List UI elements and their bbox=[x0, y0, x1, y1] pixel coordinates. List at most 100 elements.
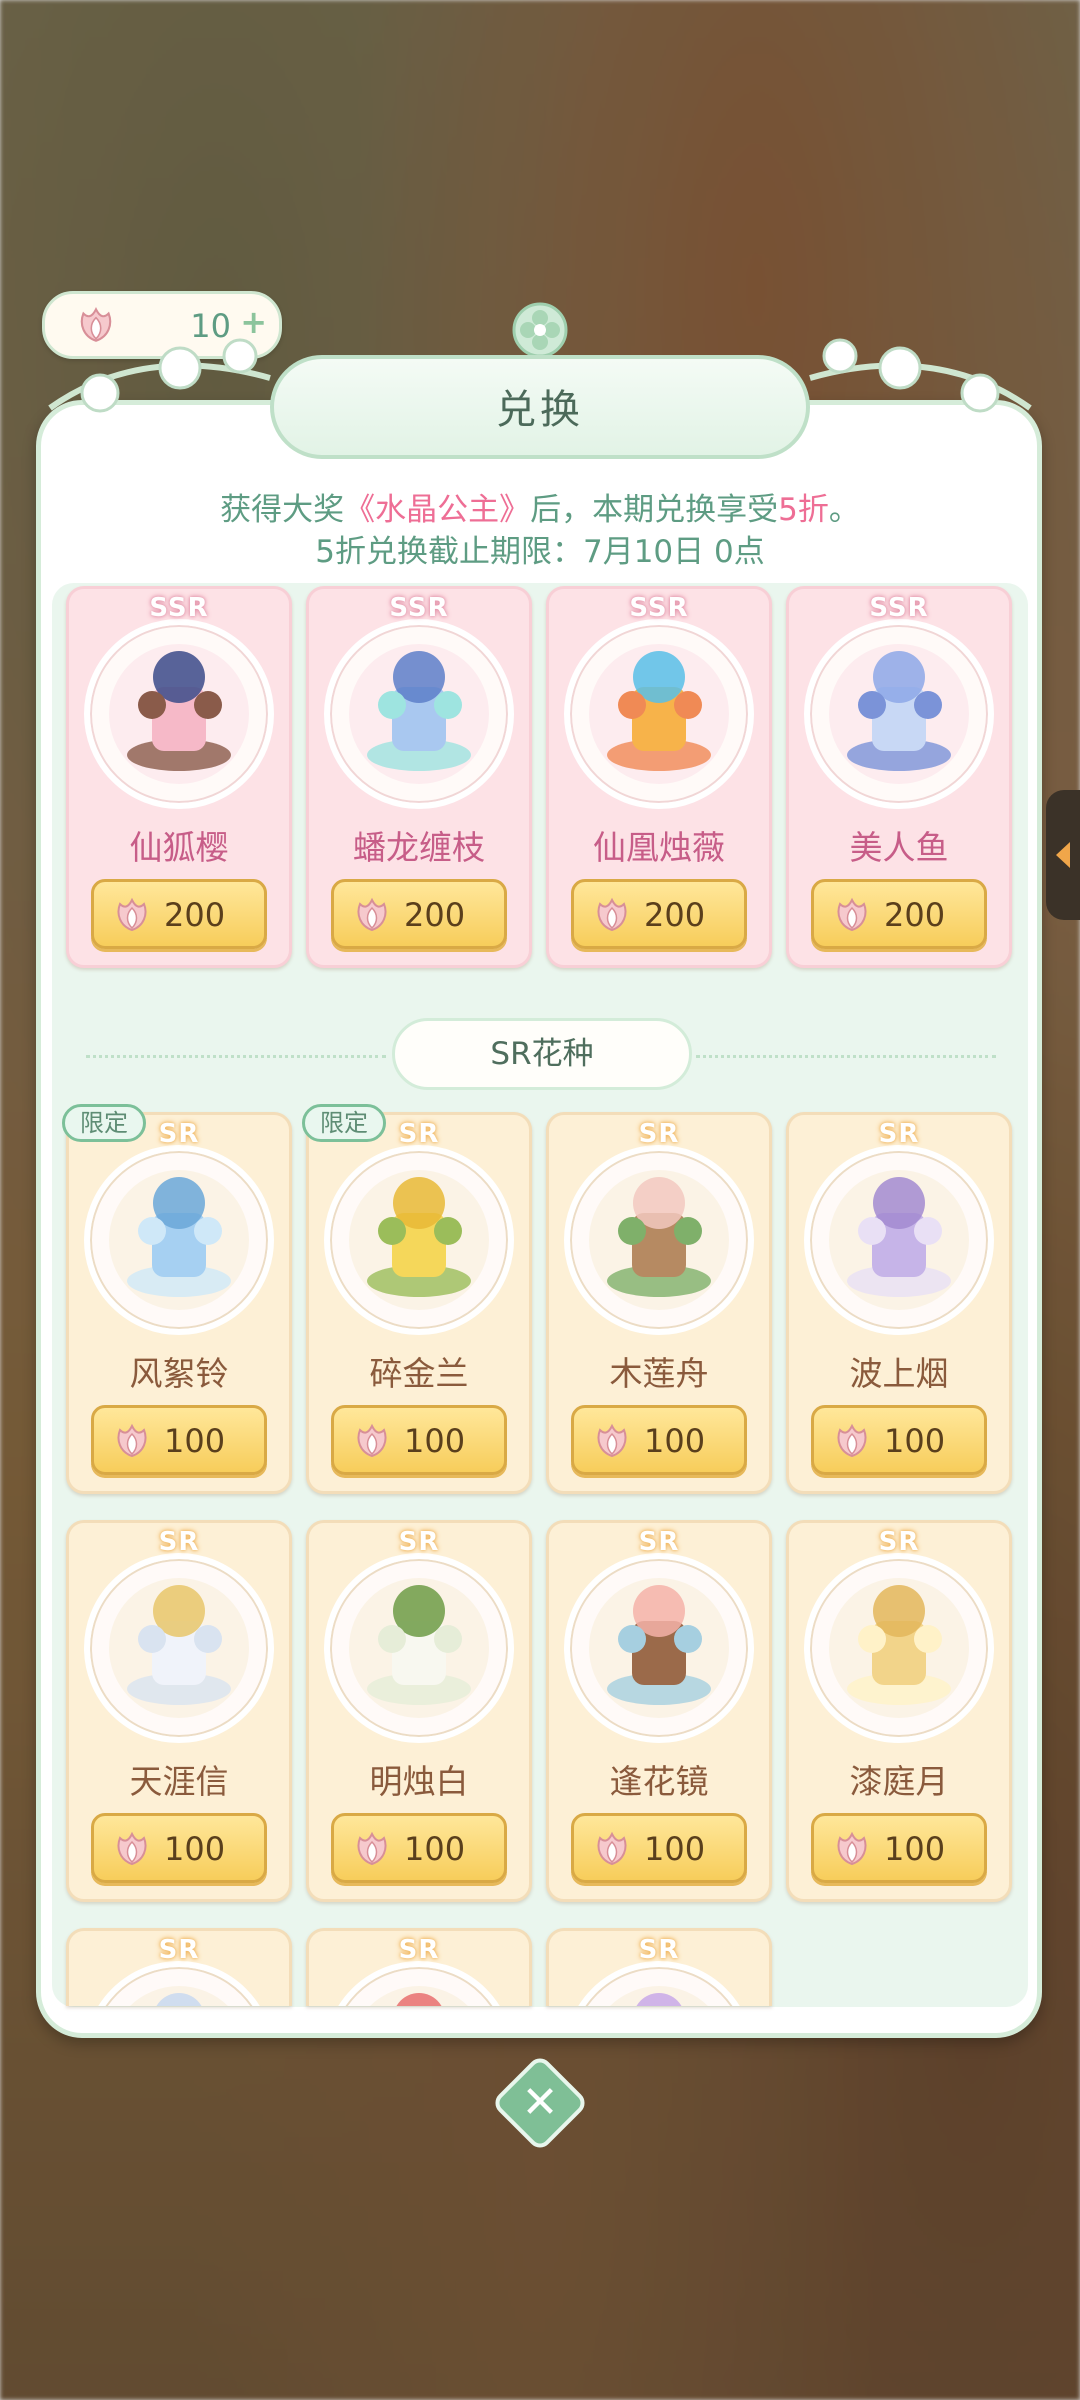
item-image bbox=[324, 1553, 514, 1743]
item-price: 100 bbox=[644, 1422, 706, 1460]
rarity-badge: SR bbox=[878, 1119, 920, 1149]
exchange-button[interactable]: 100 bbox=[91, 1813, 267, 1883]
item-name: 明烛白 bbox=[369, 1762, 469, 1801]
item-name: 蟠龙缠枝 bbox=[353, 828, 485, 867]
rarity-badge: SR bbox=[398, 1935, 440, 1965]
exchange-button[interactable]: 100 bbox=[91, 1405, 267, 1475]
exchange-button[interactable]: 100 bbox=[811, 1405, 987, 1475]
exchange-button[interactable]: 100 bbox=[571, 1405, 747, 1475]
item-card[interactable]: SR bbox=[306, 1928, 532, 2006]
item-image bbox=[564, 1961, 754, 2006]
item-name: 仙狐樱 bbox=[129, 828, 229, 867]
flower-currency-icon bbox=[597, 1831, 627, 1866]
item-art bbox=[130, 1986, 228, 2006]
side-expand-tab[interactable] bbox=[1046, 790, 1080, 920]
item-card[interactable]: SSR 蟠龙缠枝 200 bbox=[306, 586, 532, 968]
item-image bbox=[564, 1145, 754, 1335]
item-art bbox=[109, 1578, 249, 1718]
exchange-button[interactable]: 100 bbox=[811, 1813, 987, 1883]
item-name: 木莲舟 bbox=[609, 1354, 709, 1393]
item-card[interactable]: SSR 仙凰烛薇 200 bbox=[546, 586, 772, 968]
flower-currency-icon bbox=[357, 1831, 387, 1866]
rarity-badge: SR bbox=[878, 1527, 920, 1557]
page-title: 兑换 bbox=[496, 387, 584, 433]
item-card[interactable]: SR bbox=[546, 1928, 772, 2006]
flower-currency-icon bbox=[357, 1423, 387, 1458]
exchange-button[interactable]: 100 bbox=[571, 1813, 747, 1883]
item-art bbox=[829, 644, 969, 784]
flower-currency-icon bbox=[117, 1831, 147, 1866]
item-image bbox=[84, 1553, 274, 1743]
item-price: 100 bbox=[164, 1422, 226, 1460]
item-name: 漆庭月 bbox=[849, 1762, 949, 1801]
item-card[interactable]: SR 木莲舟 100 bbox=[546, 1112, 772, 1494]
item-card[interactable]: SR 波上烟 100 bbox=[786, 1112, 1012, 1494]
item-card[interactable]: SR 逢花镜 100 bbox=[546, 1520, 772, 1902]
item-price: 100 bbox=[884, 1830, 946, 1868]
flower-currency-icon bbox=[117, 897, 147, 932]
exchange-button[interactable]: 100 bbox=[331, 1405, 507, 1475]
item-art bbox=[349, 644, 489, 784]
section-label-sr-seeds: SR花种 bbox=[392, 1018, 692, 1090]
item-image bbox=[564, 1553, 754, 1743]
item-card[interactable]: SR 风絮铃 100 bbox=[66, 1112, 292, 1494]
rarity-badge: SSR bbox=[389, 593, 449, 623]
close-icon[interactable]: ✕ bbox=[505, 2068, 575, 2138]
item-name: 碎金兰 bbox=[369, 1354, 469, 1393]
item-name: 仙凰烛薇 bbox=[593, 828, 725, 867]
item-art bbox=[589, 1170, 729, 1310]
item-art bbox=[589, 644, 729, 784]
item-name: 美人鱼 bbox=[849, 828, 949, 867]
divider-line-left bbox=[86, 1055, 386, 1058]
rarity-badge: SR bbox=[638, 1527, 680, 1557]
item-name: 波上烟 bbox=[849, 1354, 949, 1393]
item-card[interactable]: SR 天涯信 100 bbox=[66, 1520, 292, 1902]
item-price: 200 bbox=[644, 896, 706, 934]
flower-ornament-icon bbox=[512, 302, 568, 358]
item-art bbox=[610, 1986, 708, 2006]
chevron-left-icon bbox=[1056, 842, 1070, 868]
exchange-button[interactable]: 200 bbox=[571, 879, 747, 949]
discount-deadline: 5折兑换截止期限：7月10日 0点 bbox=[315, 534, 765, 570]
item-art bbox=[109, 644, 249, 784]
item-image bbox=[804, 619, 994, 809]
item-image bbox=[564, 619, 754, 809]
item-art bbox=[829, 1578, 969, 1718]
exchange-button[interactable]: 200 bbox=[331, 879, 507, 949]
flower-currency-icon bbox=[357, 897, 387, 932]
rarity-badge: SR bbox=[638, 1119, 680, 1149]
item-price: 200 bbox=[404, 896, 466, 934]
flower-currency-icon bbox=[597, 1423, 627, 1458]
item-card[interactable]: SSR 美人鱼 200 bbox=[786, 586, 1012, 968]
item-card[interactable]: SSR 仙狐樱 200 bbox=[66, 586, 292, 968]
item-card[interactable]: SR bbox=[66, 1928, 292, 2006]
exchange-button[interactable]: 200 bbox=[91, 879, 267, 949]
limited-tag: 限定 bbox=[302, 1104, 386, 1142]
grand-prize-name: 《水晶公主》 bbox=[344, 492, 531, 528]
item-card[interactable]: SR 明烛白 100 bbox=[306, 1520, 532, 1902]
item-art bbox=[829, 1170, 969, 1310]
item-price: 200 bbox=[164, 896, 226, 934]
flower-currency-icon bbox=[117, 1423, 147, 1458]
limited-tag: 限定 bbox=[62, 1104, 146, 1142]
exchange-button[interactable]: 100 bbox=[331, 1813, 507, 1883]
discount-notice: 获得大奖《水晶公主》后，本期兑换享受5折。 bbox=[220, 492, 860, 528]
item-price: 100 bbox=[404, 1830, 466, 1868]
rarity-badge: SR bbox=[158, 1527, 200, 1557]
rarity-badge: SSR bbox=[869, 593, 929, 623]
item-card[interactable]: SR 碎金兰 100 bbox=[306, 1112, 532, 1494]
item-name: 逢花镜 bbox=[609, 1762, 709, 1801]
item-image bbox=[804, 1553, 994, 1743]
item-name: 天涯信 bbox=[129, 1762, 229, 1801]
discount-value: 5折 bbox=[778, 492, 829, 528]
exchange-button[interactable]: 200 bbox=[811, 879, 987, 949]
flower-currency-icon bbox=[837, 1423, 867, 1458]
item-price: 100 bbox=[884, 1422, 946, 1460]
item-art bbox=[109, 1170, 249, 1310]
item-image bbox=[84, 1961, 274, 2006]
item-price: 200 bbox=[884, 896, 946, 934]
item-card[interactable]: SR 漆庭月 100 bbox=[786, 1520, 1012, 1902]
item-image bbox=[84, 1145, 274, 1335]
rarity-badge: SR bbox=[398, 1527, 440, 1557]
divider-line-right bbox=[696, 1055, 996, 1058]
